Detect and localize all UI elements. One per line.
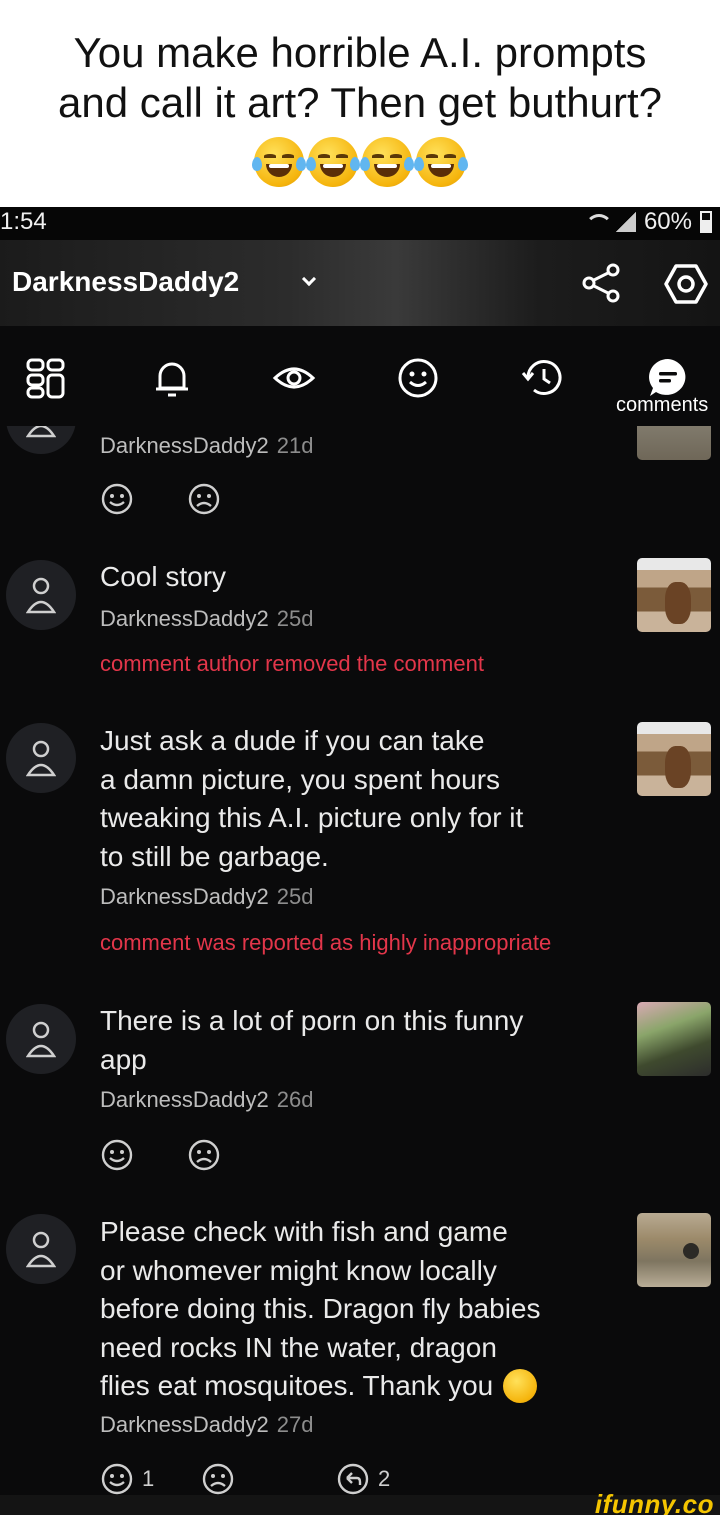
comment-line: need rocks IN the water, dragon [100,1331,497,1363]
smile-count: 1 [142,1466,155,1491]
caption-emojis [0,137,720,187]
signal-icon [615,212,636,232]
comment-line: a damn picture, you spent hours [100,763,501,795]
unsmile-button[interactable] [187,482,221,516]
comment-line: to still be garbage. [100,840,329,872]
comment-text: Just ask a dude if you can take a damn p… [100,722,523,876]
avatar[interactable] [6,1214,76,1284]
post-thumbnail[interactable] [637,1213,711,1287]
tab-grid[interactable] [24,356,68,400]
comment-line: Please check with fish and game [100,1216,508,1247]
comment-line: Cool story [100,561,227,592]
replies-button[interactable]: 2 [336,1462,390,1495]
caption-line-2: and call it art? Then get buthurt? [58,79,662,126]
ifunny-watermark: ifunny.co [594,1489,714,1515]
wifi-icon [584,212,613,232]
frown-icon [202,1463,234,1495]
status-time: 1:54 [0,208,47,235]
comment-line: tweaking this A.I. picture only for it [100,802,524,833]
frown-icon [188,1139,220,1171]
comment-text: Cool story [100,558,226,597]
profile-tabs: comments [0,326,720,426]
smiley-icon [101,483,133,515]
tab-viewed[interactable] [272,356,316,400]
post-thumbnail[interactable] [637,426,711,460]
frown-icon [188,483,220,515]
comment-age: 26d [276,1087,314,1112]
comment-text: There is a lot of porn on this funny app [100,1002,523,1079]
chevron-down-icon[interactable] [301,271,317,287]
settings-icon[interactable] [664,262,708,306]
tab-smiles[interactable] [396,356,440,400]
tab-notifications[interactable] [150,356,194,400]
bell-icon [156,362,188,397]
tears-of-joy-emoji-icon [306,137,360,187]
battery-icon [700,211,712,233]
rolling-laughing-emoji-icon [252,137,306,187]
comment-line: flies eat mosquitoes. Thank you [100,1370,494,1401]
comment-author[interactable]: DarknessDaddy2 [100,606,269,631]
grinning-emoji-icon [503,1369,538,1404]
comment-meta: DarknessDaddy2 26d [100,1087,313,1113]
comment-age: 25d [276,884,314,909]
unsmile-button[interactable] [187,1138,221,1172]
avatar[interactable] [6,1004,76,1074]
comment-text: Please check with fish and game or whome… [100,1213,541,1406]
status-right: 60% [584,208,712,236]
comment-age: 27d [276,1412,314,1437]
comment-meta: DarknessDaddy2 21d [100,433,313,459]
tab-history[interactable] [520,356,564,400]
avatar[interactable] [6,723,76,793]
grid-icon [26,358,65,399]
comment-line: There is a lot of porn on this funny [100,1005,524,1036]
comment-line: or whomever might know locally [100,1254,497,1286]
smiley-icon [101,1463,133,1495]
smiley-icon [398,358,438,398]
avatar[interactable] [6,426,76,454]
smile-button[interactable] [100,482,134,516]
comment-author[interactable]: DarknessDaddy2 [100,1412,269,1437]
post-thumbnail[interactable] [637,558,711,632]
status-bar: 1:54 60% [0,207,720,240]
comment-age: 21d [276,433,314,458]
tab-comments-label: comments [616,394,709,416]
comment-meta: DarknessDaddy2 25d [100,884,313,910]
comment-line-with-emoji: flies eat mosquitoes. Thank you [100,1367,541,1406]
history-icon [521,360,562,395]
comment-meta: DarknessDaddy2 27d [100,1412,313,1438]
unsmile-button[interactable] [201,1462,235,1495]
rolling-laughing-emoji-icon [360,137,414,187]
smiley-icon [101,1139,133,1171]
comment-status-notice: comment author removed the comment [100,651,484,676]
caption-line-1: You make horrible A.I. prompts [73,29,647,76]
profile-username[interactable]: DarknessDaddy2 [12,266,239,298]
comment-age: 25d [276,606,314,631]
comment-line: app [100,1043,147,1075]
comment-author[interactable]: DarknessDaddy2 [100,433,269,458]
share-icon[interactable] [580,262,622,304]
tears-of-joy-emoji-icon [414,137,468,187]
comment-author[interactable]: DarknessDaddy2 [100,884,269,909]
comment-status-notice: comment was reported as highly inappropr… [100,930,552,955]
profile-header: DarknessDaddy2 [0,240,720,326]
comment-line: before doing this. Dragon fly babies [100,1293,541,1324]
battery-percent: 60% [643,208,692,235]
avatar[interactable] [6,560,76,630]
smile-button[interactable] [100,1138,134,1172]
comment-meta: DarknessDaddy2 25d [100,606,313,632]
post-thumbnail[interactable] [637,1002,711,1076]
post-thumbnail[interactable] [637,722,711,796]
reply-icon [337,1463,369,1495]
comment-feed[interactable]: DarknessDaddy2 21d Cool story DarknessDad… [0,426,720,1495]
eye-icon [272,367,316,389]
comment-author[interactable]: DarknessDaddy2 [100,1087,269,1112]
meme-caption: You make horrible A.I. prompts and call … [0,0,720,207]
smile-button[interactable]: 1 [100,1462,154,1495]
reply-count: 2 [378,1466,391,1491]
comment-line: Just ask a dude if you can take [100,725,485,756]
